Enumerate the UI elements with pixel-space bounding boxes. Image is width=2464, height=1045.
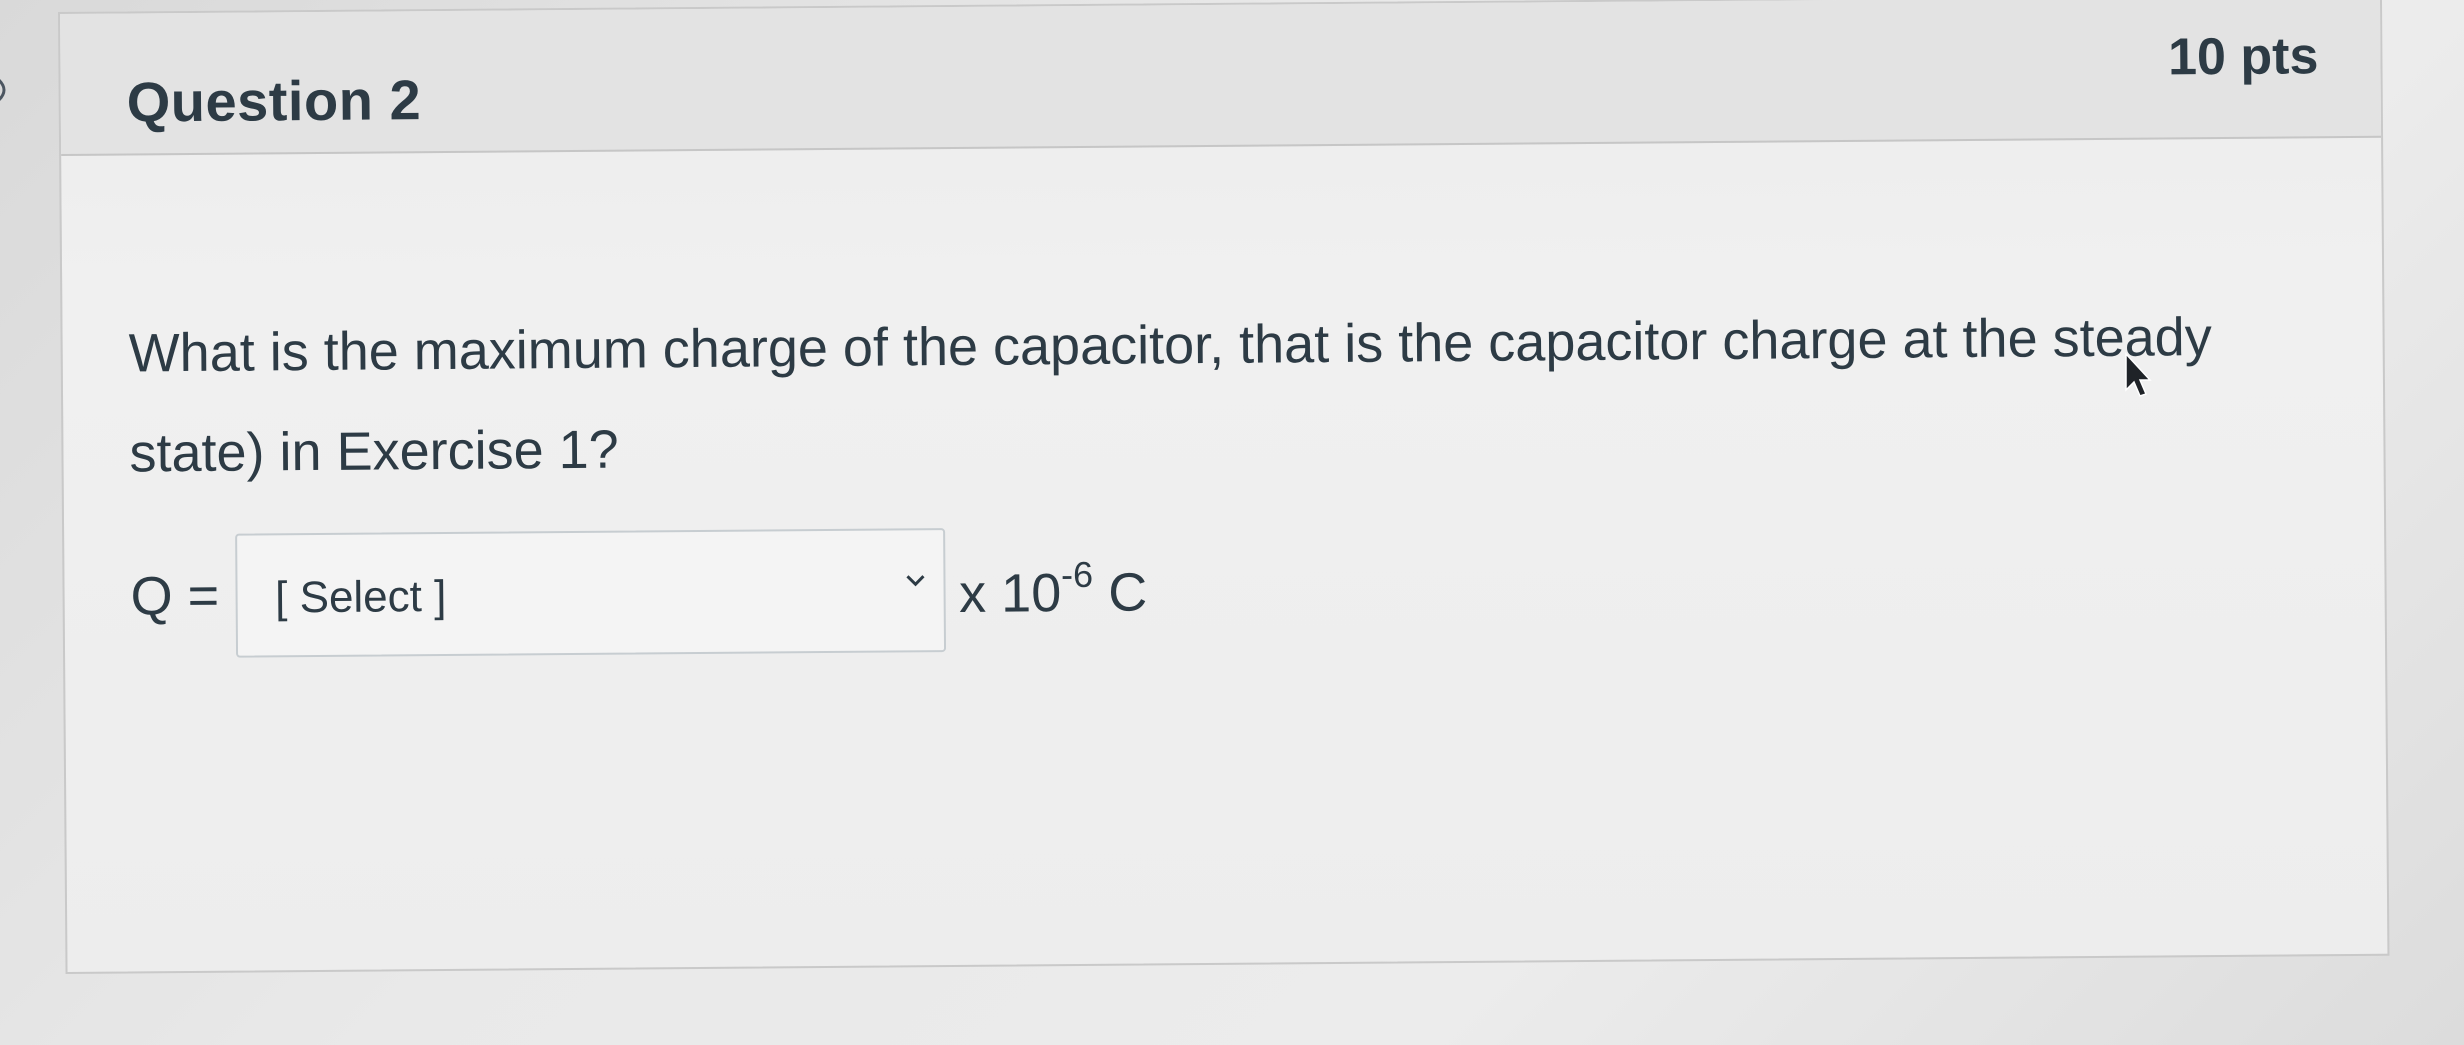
- select-placeholder: [ Select ]: [274, 571, 447, 623]
- chevron-down-icon: [905, 575, 925, 587]
- mouse-pointer-icon: [2125, 352, 2152, 397]
- question-card: Question 2 10 pts What is the maximum ch…: [58, 0, 2390, 974]
- answer-variable-label: Q =: [130, 565, 220, 627]
- quiz-page: Question 2 10 pts What is the maximum ch…: [0, 0, 2464, 1045]
- question-title: Question 2: [126, 68, 422, 134]
- unit-exponent: -6: [1060, 553, 1094, 596]
- unit-prefix: x 10: [958, 563, 1062, 624]
- question-header: Question 2 10 pts: [60, 0, 2382, 156]
- answer-unit: x 10-6 C: [959, 553, 1148, 624]
- chevron-right-icon[interactable]: [0, 72, 22, 108]
- chevron-right-icon-svg: [0, 79, 6, 101]
- unit-suffix: C: [1092, 562, 1148, 623]
- answer-row: Q = [ Select ] x 10-6 C: [130, 523, 1148, 661]
- answer-select-dropdown[interactable]: [ Select ]: [234, 528, 946, 658]
- question-text: What is the maximum charge of the capaci…: [128, 307, 2212, 484]
- question-points: 10 pts: [2167, 27, 2319, 87]
